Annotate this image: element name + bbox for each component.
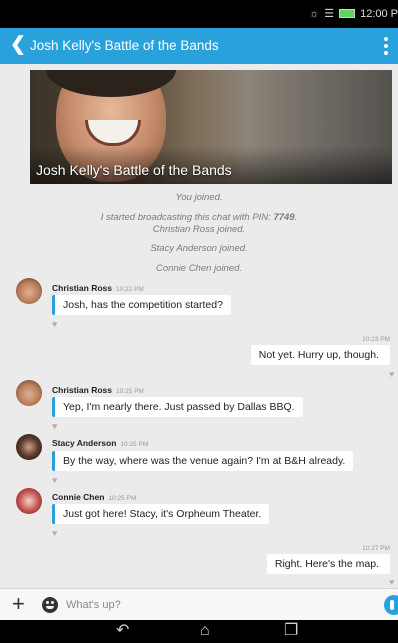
system-message: Christian Ross joined. [152,224,246,235]
message-sender: Christian Ross 10:22 PM [52,283,144,293]
broadcast-pin: 7749 [273,212,295,223]
chat-banner-image[interactable]: Josh Kelly's Battle of the Bands [30,70,392,184]
recent-apps-icon[interactable]: ❐ [284,622,298,640]
avatar[interactable] [16,278,42,304]
heart-icon[interactable]: ♥ [389,370,398,379]
system-message-broadcast: I started broadcasting this chat with PI… [0,212,398,223]
sender-name: Christian Ross [52,283,112,293]
status-icons: ☼ ☰ 12:00 P [309,7,398,21]
chat-title[interactable]: Josh Kelly's Battle of the Bands [30,38,219,53]
heart-icon[interactable]: ♥ [52,320,61,329]
message-input[interactable] [66,595,356,615]
sender-name: Connie Chen [52,492,105,502]
message-time: 10:25 PM [116,388,144,395]
heart-icon[interactable]: ♥ [52,529,61,538]
message-time: 10:23 PM [362,336,390,343]
message-bubble[interactable]: Yep, I'm nearly there. Just passed by Da… [52,397,303,417]
message-time: 10:25 PM [108,495,137,502]
avatar[interactable] [16,488,42,514]
message-sender: Connie Chen 10:25 PM [52,492,136,502]
battery-icon [339,9,356,18]
message-sender: Stacy Anderson 10:25 PM [52,438,148,448]
message-time: 10:22 PM [116,286,144,293]
banner-title: Josh Kelly's Battle of the Bands [36,162,232,178]
message-composer: + [0,588,398,620]
broadcast-suffix: . [294,212,298,223]
voice-icon[interactable] [384,595,398,615]
home-icon[interactable]: ⌂ [200,622,210,640]
back-nav-icon[interactable]: ↶ [116,622,129,640]
message-bubble[interactable]: By the way, where was the venue again? I… [52,451,354,471]
message-bubble[interactable]: Not yet. Hurry up, though. [250,345,390,365]
sender-name: Stacy Anderson [52,438,117,448]
message-time: 10:27 PM [362,545,390,552]
heart-icon[interactable]: ♥ [52,476,61,485]
avatar[interactable] [16,434,42,460]
avatar[interactable] [16,380,42,406]
message-bubble[interactable]: Josh, has the competition started? [52,295,231,315]
app-bar: ❮ Josh Kelly's Battle of the Bands [0,28,398,64]
silent-icon: ☼ [309,7,320,20]
heart-icon[interactable]: ♥ [52,422,61,431]
emoji-icon[interactable] [42,597,58,613]
heart-icon[interactable]: ♥ [389,578,398,587]
plus-icon[interactable]: + [12,592,25,616]
message-bubble[interactable]: Just got here! Stacy, it's Orpheum Theat… [52,504,270,524]
message-sender: Christian Ross 10:25 PM [52,385,144,395]
system-message: Connie Chen joined. [155,263,243,274]
wifi-icon: ☰ [324,8,335,20]
navigation-bar: ↶ ⌂ ❐ [0,620,398,643]
status-bar: ☼ ☰ 12:00 P [0,0,398,28]
system-message: Stacy Anderson joined. [150,243,248,254]
overflow-menu-icon[interactable] [384,37,388,55]
message-time: 10:25 PM [120,441,149,448]
chevron-left-icon[interactable]: ❮ [10,35,26,55]
status-time: 12:00 P [360,7,398,20]
message-bubble[interactable]: Right. Here's the map. [266,554,390,574]
broadcast-text: I started broadcasting this chat with PI… [100,212,274,223]
sender-name: Christian Ross [52,385,112,395]
system-message: You joined. [175,192,223,203]
